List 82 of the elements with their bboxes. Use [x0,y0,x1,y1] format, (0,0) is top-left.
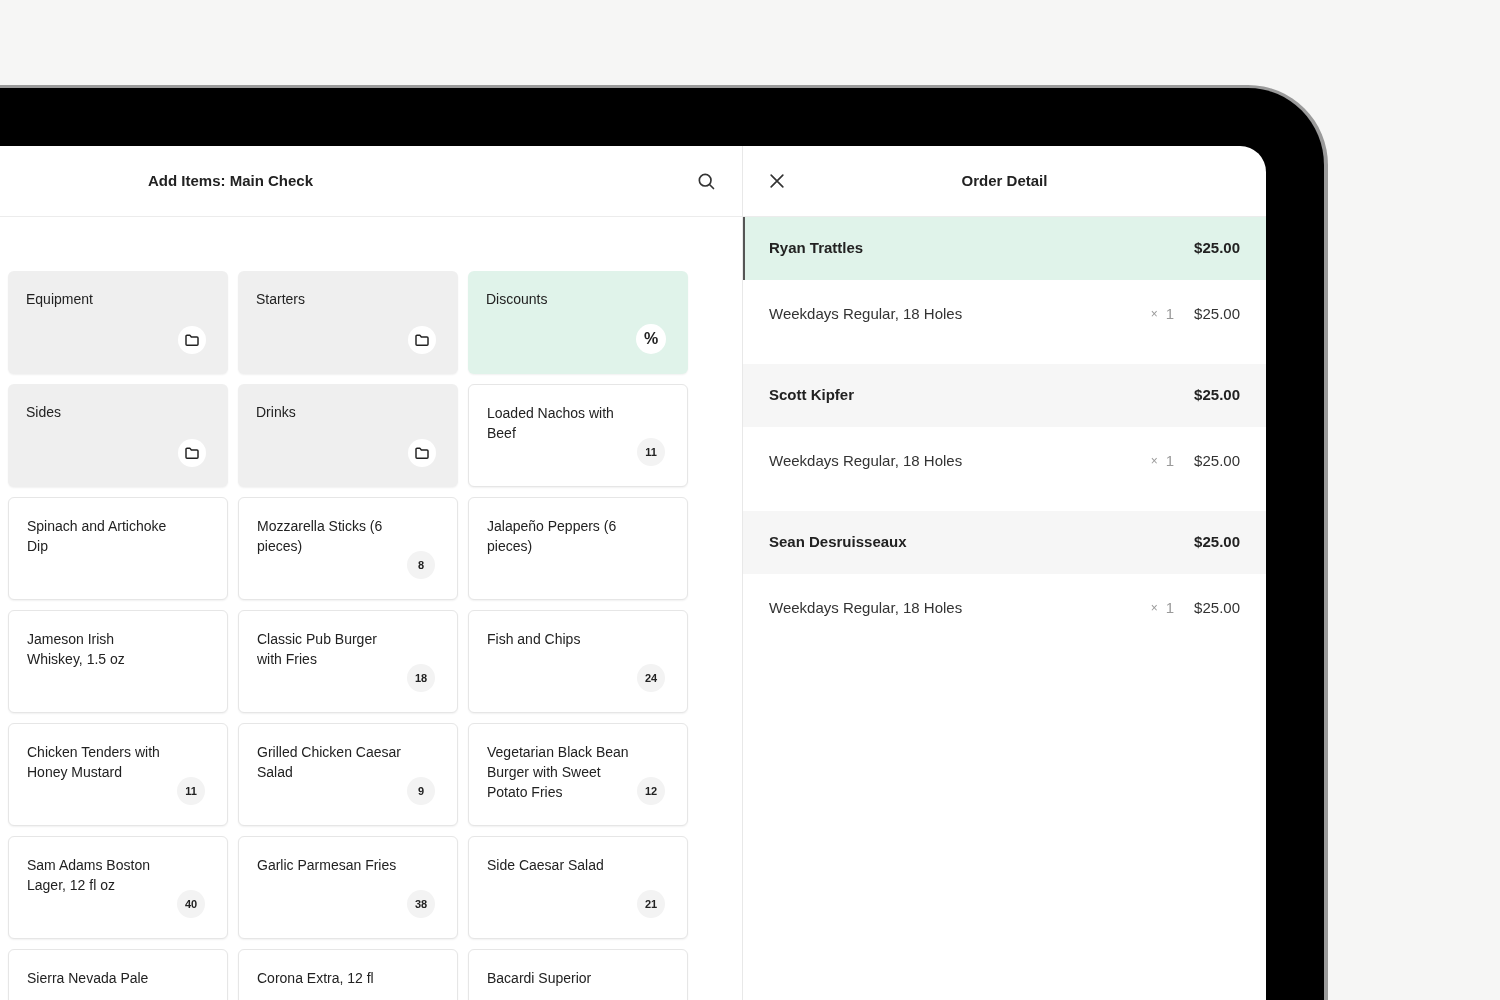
tile-label: Equipment [26,290,94,309]
tile-label: Sierra Nevada Pale [27,969,150,988]
guest-total: $25.00 [1194,238,1240,259]
item-tile[interactable]: Sam Adams Boston Lager, 12 fl oz 40 [8,836,228,939]
tile-label: Starters [256,290,306,309]
item-tile[interactable]: Vegetarian Black Bean Burger with Sweet Potato Fries 12 [468,723,688,826]
multiplier-sign: × [1150,453,1158,470]
tile-label: Jalapeño Peppers (6 pieces) [487,517,618,556]
item-tile[interactable]: Spinach and Artichoke Dip [8,497,228,600]
item-tile[interactable]: Mozzarella Sticks (6 pieces) 8 [238,497,458,600]
tile-label: Classic Pub Burger with Fries [257,630,378,669]
line-item-price: $25.00 [1194,304,1240,324]
item-tile[interactable]: Jalapeño Peppers (6 pieces) [468,497,688,600]
item-tile[interactable]: Corona Extra, 12 fl [238,949,458,1000]
item-tile[interactable]: Drinks [238,384,458,487]
guest-total: $25.00 [1194,532,1240,553]
count-badge: 21 [637,890,665,918]
item-tile[interactable]: Classic Pub Burger with Fries 18 [238,610,458,713]
tile-label: Mozzarella Sticks (6 pieces) [257,517,384,556]
multiplier-sign: × [1150,600,1158,617]
tile-label: Garlic Parmesan Fries [257,856,398,875]
tile-label: Jameson Irish Whiskey, 1.5 oz [27,630,126,669]
count-badge: 9 [407,777,435,805]
tile-label: Bacardi Superior [487,969,593,988]
tile-label: Corona Extra, 12 fl [257,969,375,988]
folder-icon [184,332,200,348]
guest-row[interactable]: Ryan Trattles $25.00 [743,217,1266,280]
item-tile[interactable]: Bacardi Superior [468,949,688,1000]
tile-label: Vegetarian Black Bean Burger with Sweet Potato Fries [487,743,630,802]
item-tile[interactable]: Sierra Nevada Pale [8,949,228,1000]
line-item-name: Weekdays Regular, 18 Holes [769,304,964,324]
count-badge: 38 [407,890,435,918]
item-tile[interactable]: Discounts % [468,271,688,374]
item-tile[interactable]: Starters [238,271,458,374]
item-tile[interactable]: Grilled Chicken Caesar Salad 9 [238,723,458,826]
close-icon[interactable] [767,171,787,191]
search-icon[interactable] [696,171,716,191]
count-badge: 11 [177,777,205,805]
guest-row[interactable]: Scott Kipfer $25.00 [743,364,1266,427]
folder-icon [414,445,430,461]
line-item-quantity: 1 [1165,451,1175,471]
item-tile[interactable]: Sides [8,384,228,487]
line-item-name: Weekdays Regular, 18 Holes [769,598,964,618]
folder-icon [414,332,430,348]
line-item-price: $25.00 [1194,451,1240,471]
guest-row[interactable]: Sean Desruisseaux $25.00 [743,511,1266,574]
item-tile[interactable]: Chicken Tenders with Honey Mustard 11 [8,723,228,826]
line-item-price: $25.00 [1194,598,1240,618]
count-badge: 40 [177,890,205,918]
item-tile[interactable]: Equipment [8,271,228,374]
tile-label: Loaded Nachos with Beef [487,404,615,443]
item-tile[interactable]: Loaded Nachos with Beef 11 [468,384,688,487]
tile-label: Chicken Tenders with Honey Mustard [27,743,161,782]
item-tile[interactable]: Garlic Parmesan Fries 38 [238,836,458,939]
item-tile[interactable]: Fish and Chips 24 [468,610,688,713]
percent-badge: % [636,324,666,354]
tile-label: Discounts [486,290,549,309]
tile-label: Fish and Chips [487,630,582,649]
count-badge: 11 [637,438,665,466]
line-item-name: Weekdays Regular, 18 Holes [769,451,964,471]
line-item-quantity: 1 [1165,598,1175,618]
count-badge: 18 [407,664,435,692]
item-tile[interactable]: Jameson Irish Whiskey, 1.5 oz [8,610,228,713]
tile-label: Sides [26,403,63,422]
count-badge: 8 [407,551,435,579]
count-badge: 24 [637,664,665,692]
panel-title: Order Detail [961,170,1048,191]
tile-label: Sam Adams Boston Lager, 12 fl oz [27,856,151,895]
tile-label: Grilled Chicken Caesar Salad [257,743,402,782]
guest-name: Scott Kipfer [769,385,854,406]
guest-name: Ryan Trattles [769,238,864,259]
tile-label: Drinks [256,403,297,422]
folder-icon [184,445,200,461]
line-item-quantity: 1 [1165,304,1175,324]
multiplier-sign: × [1150,306,1158,323]
count-badge: 12 [637,777,665,805]
guest-total: $25.00 [1194,385,1240,406]
tile-label: Side Caesar Salad [487,856,605,875]
panel-title: Add Items: Main Check [148,170,314,191]
item-tile[interactable]: Side Caesar Salad 21 [468,836,688,939]
guest-name: Sean Desruisseaux [769,532,907,553]
tile-label: Spinach and Artichoke Dip [27,517,168,556]
